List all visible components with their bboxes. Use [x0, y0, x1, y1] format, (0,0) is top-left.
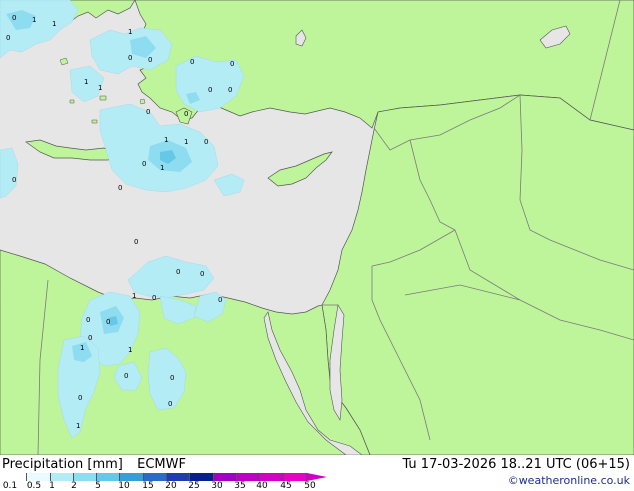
precipitation-title: Precipitation [mm] — [2, 457, 123, 472]
precip-value-label: 0 — [106, 318, 110, 326]
precip-value-label: 0 — [176, 268, 180, 276]
precip-value-label: 0 — [6, 34, 10, 42]
precipitation-legend-bar — [4, 473, 307, 481]
precip-value-label: 0 — [78, 394, 82, 402]
precip-value-label: 1 — [132, 292, 136, 300]
precip-value-label: 0 — [88, 334, 92, 342]
precip-value-label: 1 — [76, 422, 80, 430]
precip-value-label: 0 — [228, 86, 232, 94]
precip-value-label: 1 — [98, 84, 102, 92]
precip-value-label: 0 — [86, 316, 90, 324]
legend-swatch — [167, 473, 191, 481]
precip-value-label: 1 — [52, 20, 56, 28]
legend-swatch — [190, 473, 214, 481]
precip-value-label: 0 — [168, 400, 172, 408]
precip-value-label: 1 — [128, 346, 132, 354]
legend-swatch — [236, 473, 261, 481]
legend-swatch — [97, 473, 121, 481]
precip-value-label: 1 — [128, 28, 132, 36]
credit-link[interactable]: ©weatheronline.co.uk — [508, 474, 630, 487]
legend-swatch — [4, 473, 28, 481]
precip-value-label: 0 — [170, 374, 174, 382]
map-title: Precipitation [mm] ECMWF — [2, 457, 186, 472]
precip-value-label: 0 — [128, 54, 132, 62]
legend-swatch — [213, 473, 237, 481]
legend-swatch — [260, 473, 284, 481]
precip-value-label: 1 — [160, 164, 164, 172]
legend-arrow-icon — [307, 473, 327, 481]
precip-value-label: 0 — [12, 14, 16, 22]
legend-swatch — [143, 473, 168, 481]
valid-time: Tu 17-03-2026 18..21 UTC (06+15) — [402, 457, 630, 472]
precip-value-label: 0 — [152, 294, 156, 302]
precipitation-map: 01101000000110001110000010000100001010 — [0, 0, 634, 455]
legend-swatch — [120, 473, 144, 481]
precip-value-label: 0 — [208, 86, 212, 94]
precip-value-label: 1 — [32, 16, 36, 24]
precip-value-label: 0 — [12, 176, 16, 184]
precip-value-label: 1 — [184, 138, 188, 146]
precip-value-label: 0 — [218, 296, 222, 304]
precip-value-label: 1 — [84, 78, 88, 86]
legend-swatch — [50, 473, 74, 481]
precip-value-label: 0 — [230, 60, 234, 68]
legend-swatch — [27, 473, 51, 481]
precip-value-label: 1 — [164, 136, 168, 144]
precip-value-label: 0 — [148, 56, 152, 64]
precip-value-label: 0 — [118, 184, 122, 192]
legend-swatch — [283, 473, 307, 481]
map-footer: Precipitation [mm] ECMWF Tu 17-03-2026 1… — [0, 455, 634, 491]
precip-value-label: 0 — [184, 110, 188, 118]
legend-swatch — [73, 473, 98, 481]
precip-value-label: 0 — [134, 238, 138, 246]
precip-value-label: 0 — [204, 138, 208, 146]
precip-value-label: 0 — [146, 108, 150, 116]
precip-value-label: 0 — [124, 372, 128, 380]
precip-value-label: 1 — [80, 344, 84, 352]
precip-value-label: 0 — [190, 58, 194, 66]
model-name: ECMWF — [137, 457, 186, 472]
precip-value-label: 0 — [200, 270, 204, 278]
precip-value-label: 0 — [142, 160, 146, 168]
